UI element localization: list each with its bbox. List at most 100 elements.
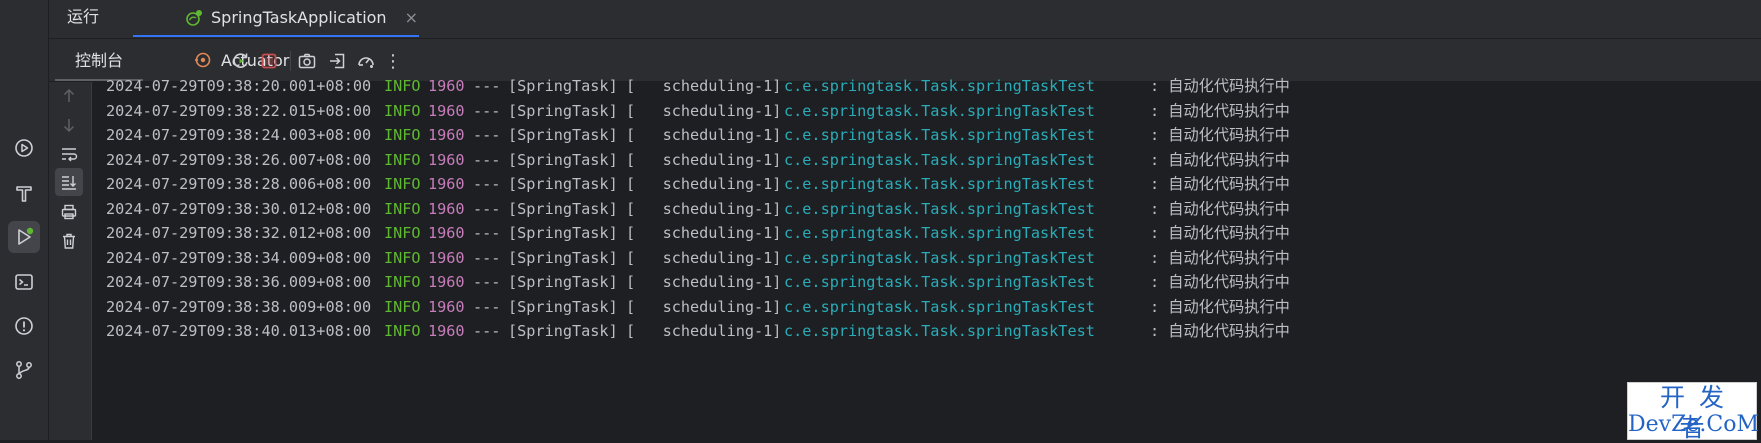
- log-message: : 自动化代码执行中: [1150, 224, 1290, 242]
- services-icon[interactable]: [8, 132, 40, 164]
- log-app-name: [SpringTask]: [508, 150, 618, 169]
- log-pid: 1960: [428, 101, 465, 120]
- log-logger: c.e.springtask.Task.springTaskTest: [784, 224, 1095, 242]
- log-thread: [ scheduling-1]: [626, 101, 782, 120]
- console-output[interactable]: 2024-07-29T09:38:20.001+08:00 INFO 1960 ---…: [92, 77, 1761, 440]
- scroll-up-icon: [63, 88, 75, 102]
- log-thread: [ scheduling-1]: [626, 77, 782, 95]
- watermark-top-text: 开发者: [1659, 383, 1738, 442]
- log-level: INFO: [384, 248, 421, 267]
- log-message: : 自动化代码执行中: [1150, 199, 1290, 218]
- log-timestamp: 2024-07-29T09:38:34.009+08:00: [106, 248, 372, 267]
- log-separator: ---: [473, 248, 501, 267]
- log-separator: ---: [473, 77, 501, 95]
- restore-layout-button[interactable]: [325, 49, 349, 73]
- log-timestamp: 2024-07-29T09:38:36.009+08:00: [106, 273, 372, 291]
- log-level: INFO: [384, 224, 421, 242]
- log-logger: c.e.springtask.Task.springTaskTest: [784, 273, 1095, 291]
- log-logger: c.e.springtask.Task.springTaskTest: [784, 248, 1095, 267]
- log-pid: 1960: [428, 150, 465, 169]
- log-timestamp: 2024-07-29T09:38:26.007+08:00: [106, 150, 372, 169]
- log-logger: c.e.springtask.Task.springTaskTest: [784, 126, 1095, 144]
- print-button[interactable]: [55, 198, 83, 226]
- log-logger: c.e.springtask.Task.springTaskTest: [784, 150, 1095, 169]
- stop-button[interactable]: [257, 49, 281, 73]
- log-line: 2024-07-29T09:38:40.013+08:00 INFO 1960 ---…: [92, 320, 1761, 342]
- log-thread: [ scheduling-1]: [626, 248, 782, 267]
- log-thread: [ scheduling-1]: [626, 322, 782, 340]
- log-app-name: [SpringTask]: [508, 297, 618, 316]
- clear-all-button[interactable]: [55, 227, 83, 255]
- log-app-name: [SpringTask]: [508, 126, 618, 144]
- soft-wrap-button[interactable]: [55, 140, 83, 168]
- log-level: INFO: [384, 126, 421, 144]
- log-level: INFO: [384, 273, 421, 291]
- log-separator: ---: [473, 224, 501, 242]
- log-line: 2024-07-29T09:38:28.006+08:00 INFO 1960 ---…: [92, 173, 1761, 195]
- log-pid: 1960: [428, 273, 465, 291]
- log-message: : 自动化代码执行中: [1150, 322, 1290, 340]
- scroll-up-button[interactable]: [55, 82, 83, 110]
- log-line: 2024-07-29T09:38:36.009+08:00 INFO 1960 ---…: [92, 271, 1761, 293]
- log-pid: 1960: [428, 248, 465, 267]
- log-separator: ---: [473, 322, 501, 340]
- camera-icon: [298, 53, 316, 69]
- terminal-icon[interactable]: [8, 266, 40, 298]
- log-logger: c.e.springtask.Task.springTaskTest: [784, 101, 1095, 120]
- log-timestamp: 2024-07-29T09:38:30.012+08:00: [106, 199, 372, 218]
- log-line: 2024-07-29T09:38:26.007+08:00 INFO 1960 ---…: [92, 149, 1761, 171]
- log-line: 2024-07-29T09:38:32.012+08:00 INFO 1960 ---…: [92, 222, 1761, 244]
- scroll-to-end-button[interactable]: [55, 168, 83, 196]
- log-separator: ---: [473, 175, 501, 193]
- build-icon[interactable]: [8, 177, 40, 209]
- log-level: INFO: [384, 175, 421, 193]
- log-logger: c.e.springtask.Task.springTaskTest: [784, 77, 1095, 95]
- log-level: INFO: [384, 322, 421, 340]
- more-options-icon[interactable]: ⋮: [381, 49, 405, 73]
- log-level: INFO: [384, 150, 421, 169]
- exit-icon: [330, 53, 345, 69]
- log-app-name: [SpringTask]: [508, 175, 618, 193]
- log-timestamp: 2024-07-29T09:38:22.015+08:00: [106, 101, 372, 120]
- log-thread: [ scheduling-1]: [626, 126, 782, 144]
- close-icon[interactable]: ×: [405, 8, 418, 27]
- log-thread: [ scheduling-1]: [626, 175, 782, 193]
- problems-icon[interactable]: [8, 310, 40, 342]
- log-level: INFO: [384, 77, 421, 95]
- watermark-logo: 开发者 DevZe.CoM: [1627, 382, 1759, 442]
- log-pid: 1960: [428, 77, 465, 95]
- run-icon[interactable]: [8, 221, 40, 253]
- log-thread: [ scheduling-1]: [626, 224, 782, 242]
- trash-icon: [63, 233, 75, 249]
- tab-label: SpringTaskApplication: [211, 8, 387, 27]
- rerun-icon: [233, 53, 248, 68]
- log-app-name: [SpringTask]: [508, 273, 618, 291]
- log-message: : 自动化代码执行中: [1150, 248, 1290, 267]
- log-line: 2024-07-29T09:38:38.009+08:00 INFO 1960 ---…: [92, 296, 1761, 318]
- scroll-down-icon: [63, 119, 75, 133]
- log-message: : 自动化代码执行中: [1150, 297, 1290, 316]
- screenshot-button[interactable]: [295, 49, 319, 73]
- spring-boot-icon: [185, 9, 203, 27]
- soft-wrap-icon: [62, 148, 78, 162]
- log-timestamp: 2024-07-29T09:38:24.003+08:00: [106, 126, 372, 144]
- toolbar-divider: [290, 51, 291, 71]
- log-pid: 1960: [428, 322, 465, 340]
- run-window-title: 运行: [67, 7, 100, 26]
- git-icon[interactable]: [8, 354, 40, 386]
- scroll-down-button[interactable]: [55, 111, 83, 139]
- log-line: 2024-07-29T09:38:34.009+08:00 INFO 1960 ---…: [92, 247, 1761, 269]
- profiler-button[interactable]: [354, 49, 378, 73]
- log-app-name: [SpringTask]: [508, 322, 618, 340]
- rerun-button[interactable]: [229, 49, 253, 73]
- log-logger: c.e.springtask.Task.springTaskTest: [784, 199, 1095, 218]
- log-pid: 1960: [428, 224, 465, 242]
- log-logger: c.e.springtask.Task.springTaskTest: [784, 297, 1095, 316]
- log-timestamp: 2024-07-29T09:38:38.009+08:00: [106, 297, 372, 316]
- log-thread: [ scheduling-1]: [626, 273, 782, 291]
- tab-spring-task-application[interactable]: SpringTaskApplication ×: [133, 0, 419, 37]
- log-app-name: [SpringTask]: [508, 224, 618, 242]
- stop-icon: [261, 53, 277, 69]
- log-message: : 自动化代码执行中: [1150, 175, 1290, 193]
- log-separator: ---: [473, 273, 501, 291]
